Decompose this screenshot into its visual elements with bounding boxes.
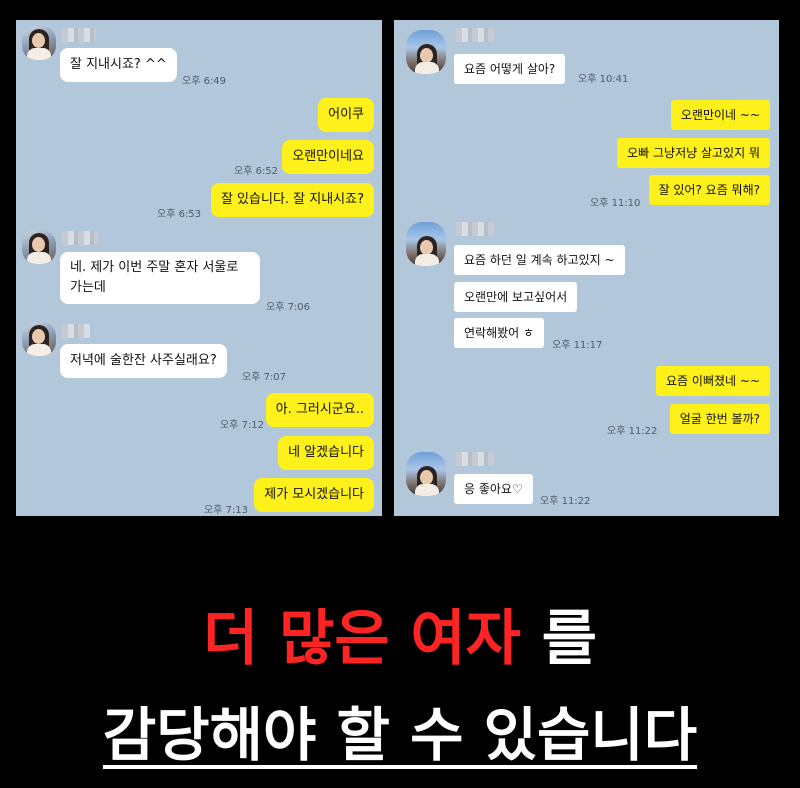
sent-message: 오빠 그냥저냥 살고있지 뭐 <box>617 138 770 168</box>
blurred-contact-name <box>62 324 90 338</box>
received-message: 응 좋아요♡ <box>454 474 533 504</box>
blurred-contact-name <box>456 28 494 42</box>
message-time: 오후 11:22 <box>607 426 658 437</box>
message-time: 오후 7:13 <box>204 505 249 516</box>
received-message: 연락해봤어 ㅎ <box>454 318 545 348</box>
sent-message: 아. 그러시군요.. <box>265 393 374 427</box>
sent-message: 오랜만이네 ~~ <box>670 100 770 130</box>
sent-message: 제가 모시겠습니다 <box>254 478 374 512</box>
headline-suffix: 를 <box>541 604 597 674</box>
sent-message: 잘 있습니다. 잘 지내시죠? <box>210 183 374 217</box>
sent-message: 오랜만이네요 <box>282 140 374 174</box>
sent-message: 어이쿠 <box>318 98 374 132</box>
received-message: 잘 지내시죠? ^^ <box>60 48 177 82</box>
received-message: 네. 제가 이번 주말 혼자 서울로 가는데 <box>60 252 260 304</box>
sent-message: 네 알겠습니다 <box>278 436 374 470</box>
sent-message: 얼굴 한번 볼까? <box>669 404 770 434</box>
received-message: 요즘 어떻게 살아? <box>454 54 566 84</box>
profile-avatar[interactable] <box>22 26 56 60</box>
blurred-contact-name <box>62 231 98 245</box>
message-time: 오후 7:06 <box>266 302 311 313</box>
headline-highlight: 더 많은 여자 <box>203 604 521 674</box>
message-line: 가는데 <box>70 280 106 295</box>
left-chat-panel: 잘 지내시죠? ^^ 오후 6:49 어이쿠 오랜만이네요 오후 6:52 잘 … <box>16 20 382 516</box>
profile-avatar[interactable] <box>22 230 56 264</box>
message-time: 오후 6:53 <box>157 209 202 220</box>
profile-avatar[interactable] <box>406 222 446 266</box>
headline-underlined-text: 감당해야 할 수 있습니다 <box>102 701 698 769</box>
profile-avatar[interactable] <box>22 322 56 356</box>
blurred-contact-name <box>62 28 96 42</box>
message-time: 오후 10:41 <box>578 74 629 85</box>
received-message: 요즘 하던 일 계속 하고있지 ~ <box>454 245 625 275</box>
message-time: 오후 7:12 <box>220 420 265 431</box>
headline-line-2: 감당해야 할 수 있습니다 <box>0 688 800 772</box>
received-message: 오랜만에 보고싶어서 <box>454 282 578 312</box>
message-time: 오후 7:07 <box>242 372 287 383</box>
message-time: 오후 6:49 <box>182 76 227 87</box>
profile-avatar[interactable] <box>406 30 446 74</box>
message-time: 오후 11:10 <box>590 198 641 209</box>
message-time: 오후 6:52 <box>234 166 279 177</box>
headline-line-1: 더 많은 여자 를 <box>0 590 800 677</box>
blurred-contact-name <box>456 222 494 236</box>
received-message: 저녁에 술한잔 사주실래요? <box>60 344 227 378</box>
sent-message: 요즘 이뻐졌네 ~~ <box>656 366 770 396</box>
sent-message: 잘 있어? 요즘 뭐해? <box>648 175 770 205</box>
right-chat-panel: 요즘 어떻게 살아? 오후 10:41 오랜만이네 ~~ 오빠 그냥저냥 살고있… <box>394 20 779 516</box>
profile-avatar[interactable] <box>406 452 446 496</box>
message-time: 오후 11:17 <box>552 340 603 351</box>
blurred-contact-name <box>456 452 494 466</box>
message-time: 오후 11:22 <box>540 496 591 507</box>
message-line: 네. 제가 이번 주말 혼자 서울로 <box>70 260 239 275</box>
